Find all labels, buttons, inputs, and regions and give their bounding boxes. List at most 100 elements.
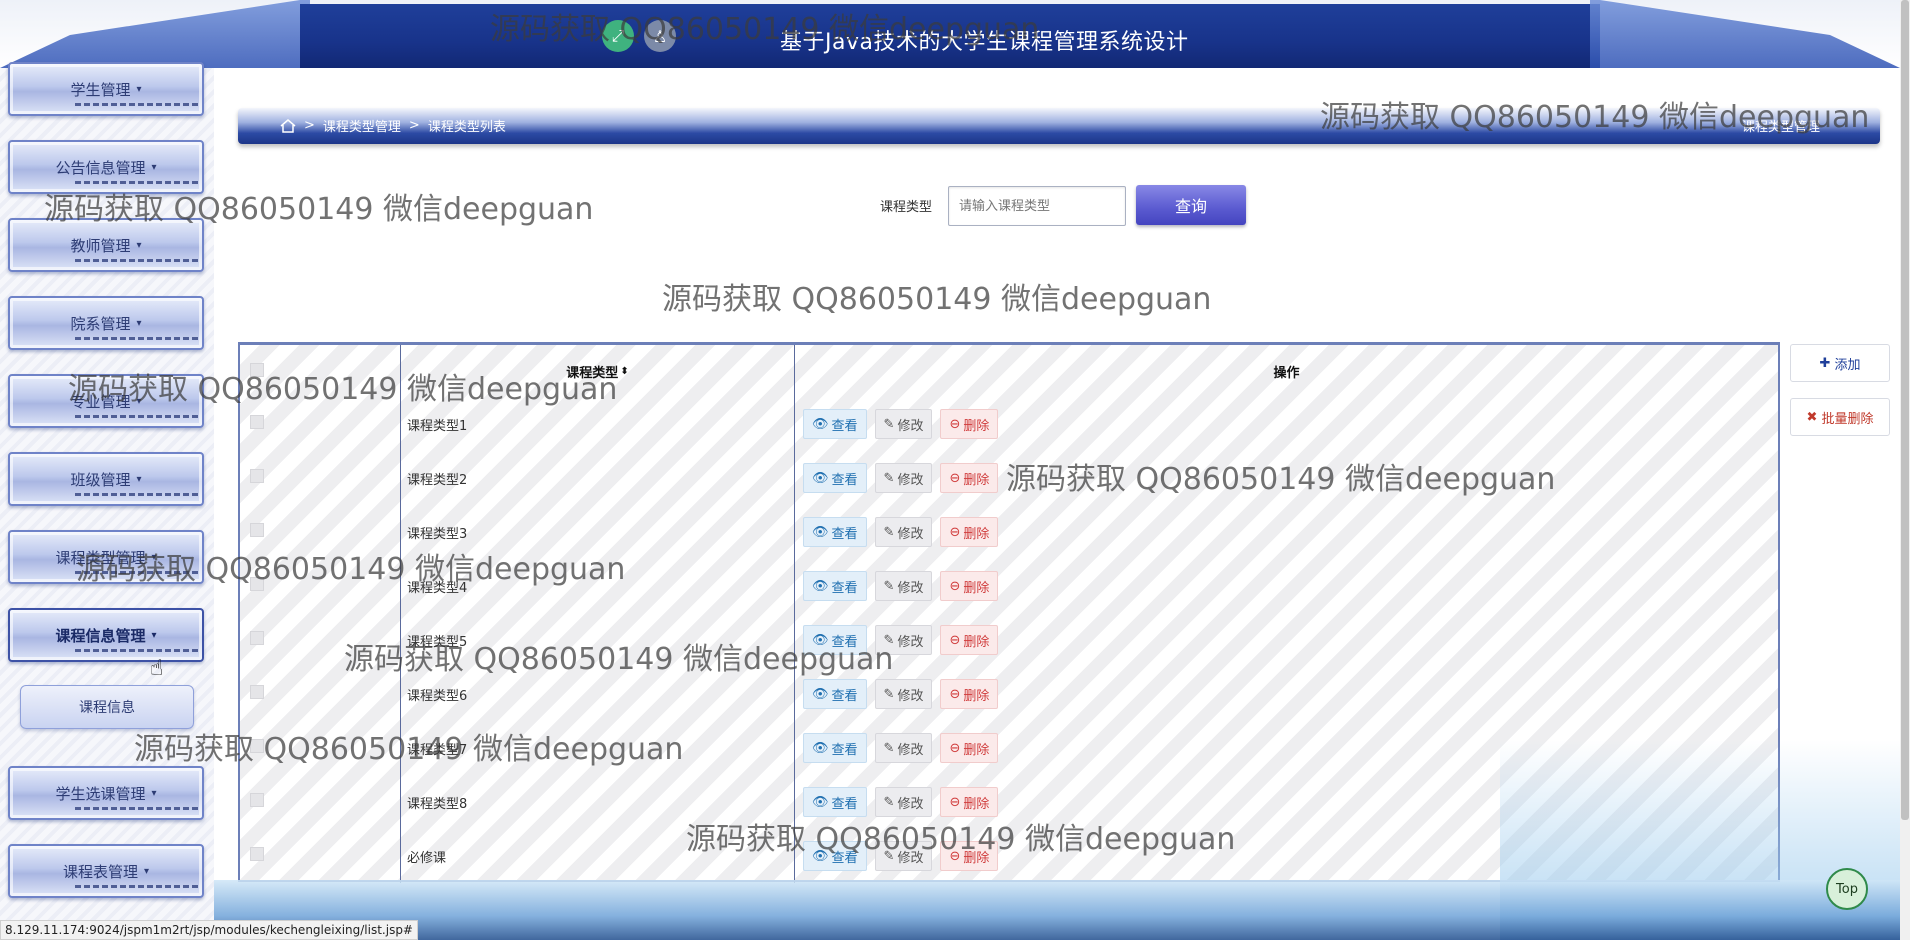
minus-circle-icon: ⊖ xyxy=(949,794,961,810)
view-button[interactable]: 👁 查看 xyxy=(803,571,867,601)
delete-button[interactable]: ⊖ 删除 xyxy=(940,679,999,709)
add-button[interactable]: ✚ 添加 xyxy=(1790,344,1890,382)
select-all-checkbox[interactable] xyxy=(250,363,264,377)
scrollbar-thumb[interactable] xyxy=(1901,0,1909,820)
edit-button[interactable]: ✎ 修改 xyxy=(874,463,933,493)
sidebar-item-major[interactable]: 专业管理 ▾ xyxy=(8,374,204,428)
delete-button[interactable]: ⊖ 删除 xyxy=(940,409,999,439)
delete-label: 删除 xyxy=(963,580,990,596)
header-checkbox-cell xyxy=(240,345,400,397)
row-checkbox[interactable] xyxy=(250,631,264,645)
delete-button[interactable]: ⊖ 删除 xyxy=(940,787,999,817)
view-button[interactable]: 👁 查看 xyxy=(803,841,867,871)
delete-button[interactable]: ⊖ 删除 xyxy=(940,841,999,871)
edit-button[interactable]: ✎ 修改 xyxy=(874,733,933,763)
row-checkbox-cell xyxy=(240,559,400,613)
sidebar-item-department[interactable]: 院系管理 ▾ xyxy=(8,296,204,350)
sidebar-item-course-selection[interactable]: 学生选课管理 ▾ xyxy=(8,766,204,820)
sidebar-item-course-type[interactable]: 课程类型管理 ▾ xyxy=(8,530,204,584)
plus-icon: ✚ xyxy=(1819,355,1831,371)
view-button[interactable]: 👁 查看 xyxy=(803,787,867,817)
view-button[interactable]: 👁 查看 xyxy=(803,409,867,439)
row-checkbox[interactable] xyxy=(250,469,264,483)
edit-button[interactable]: ✎ 修改 xyxy=(874,625,933,655)
edit-button[interactable]: ✎ 修改 xyxy=(874,679,933,709)
vertical-scrollbar[interactable] xyxy=(1900,0,1910,940)
expand-icon[interactable]: ⤢ xyxy=(602,20,634,52)
row-actions: 👁 查看 ✎ 修改 ⊖ 删除 xyxy=(794,559,1778,613)
course-type-search-input[interactable] xyxy=(948,186,1126,226)
view-label: 查看 xyxy=(831,634,858,650)
batch-delete-button[interactable]: ✖ 批量删除 xyxy=(1790,398,1890,436)
breadcrumb-item-course-type-mgmt[interactable]: 课程类型管理 xyxy=(323,116,401,135)
view-label: 查看 xyxy=(831,688,858,704)
row-checkbox[interactable] xyxy=(250,793,264,807)
row-checkbox-cell xyxy=(240,775,400,829)
row-checkbox[interactable] xyxy=(250,685,264,699)
table-row: 课程类型5 👁 查看 ✎ 修改 ⊖ 删除 xyxy=(240,613,1778,667)
row-checkbox[interactable] xyxy=(250,415,264,429)
column-header-course-type[interactable]: 课程类型 ⬍ xyxy=(400,345,794,397)
sidebar-item-label: 课程表管理 xyxy=(62,862,138,881)
table-row: 课程类型3 👁 查看 ✎ 修改 ⊖ 删除 xyxy=(240,505,1778,559)
delete-button[interactable]: ⊖ 删除 xyxy=(940,571,999,601)
view-label: 查看 xyxy=(831,850,858,866)
eye-icon: 👁 xyxy=(812,632,829,648)
delete-button[interactable]: ⊖ 删除 xyxy=(940,463,999,493)
row-checkbox[interactable] xyxy=(250,847,264,861)
breadcrumb-item-course-type-list: 课程类型列表 xyxy=(427,120,506,135)
row-checkbox[interactable] xyxy=(250,523,264,537)
edit-label: 修改 xyxy=(897,742,924,758)
delete-button[interactable]: ⊖ 删除 xyxy=(940,517,999,547)
sidebar-item-student[interactable]: 学生管理 ▾ xyxy=(8,62,204,116)
pencil-icon: ✎ xyxy=(883,578,895,594)
course-type-cell: 必修课 xyxy=(400,829,794,883)
edit-button[interactable]: ✎ 修改 xyxy=(874,841,933,871)
delete-label: 删除 xyxy=(963,472,990,488)
sidebar-item-notice[interactable]: 公告信息管理 ▾ xyxy=(8,140,204,194)
course-type-cell: 课程类型1 xyxy=(400,397,794,451)
row-checkbox-cell xyxy=(240,505,400,559)
delete-button[interactable]: ⊖ 删除 xyxy=(940,733,999,763)
minus-circle-icon: ⊖ xyxy=(949,416,961,432)
view-button[interactable]: 👁 查看 xyxy=(803,625,867,655)
chevron-down-icon: ▾ xyxy=(151,629,157,641)
view-button[interactable]: 👁 查看 xyxy=(803,679,867,709)
sidebar-item-label: 教师管理 xyxy=(70,236,131,255)
back-to-top-button[interactable]: Top xyxy=(1826,868,1868,910)
close-icon: ✖ xyxy=(1806,409,1818,425)
pencil-icon: ✎ xyxy=(883,686,895,702)
edit-button[interactable]: ✎ 修改 xyxy=(874,787,933,817)
sidebar-subitem-course-info[interactable]: 课程信息 xyxy=(20,685,194,729)
column-header-label: 操作 xyxy=(1273,365,1300,381)
sidebar-subitem-label: 课程信息 xyxy=(79,700,135,716)
search-button[interactable]: 查询 xyxy=(1136,185,1246,225)
home-icon[interactable] xyxy=(280,118,296,133)
batch-delete-label: 批量删除 xyxy=(1821,411,1874,427)
sidebar-item-course-info[interactable]: 课程信息管理 ▾ xyxy=(8,608,204,662)
table-row: 课程类型2 👁 查看 ✎ 修改 ⊖ 删除 xyxy=(240,451,1778,505)
breadcrumb-separator: > xyxy=(304,118,315,133)
eye-icon: 👁 xyxy=(812,578,829,594)
chevron-down-icon: ▾ xyxy=(136,83,142,95)
delete-button[interactable]: ⊖ 删除 xyxy=(940,625,999,655)
view-button[interactable]: 👁 查看 xyxy=(803,463,867,493)
view-button[interactable]: 👁 查看 xyxy=(803,733,867,763)
view-button[interactable]: 👁 查看 xyxy=(803,517,867,547)
sidebar-item-label: 公告信息管理 xyxy=(55,158,146,177)
edit-button[interactable]: ✎ 修改 xyxy=(874,571,933,601)
row-checkbox[interactable] xyxy=(250,577,264,591)
minus-circle-icon: ⊖ xyxy=(949,740,961,756)
minus-circle-icon: ⊖ xyxy=(949,524,961,540)
sidebar-item-timetable[interactable]: 课程表管理 ▾ xyxy=(8,844,204,898)
edit-button[interactable]: ✎ 修改 xyxy=(874,409,933,439)
user-icon[interactable]: ♙ xyxy=(644,20,676,52)
eye-icon: 👁 xyxy=(812,416,829,432)
sidebar-item-class[interactable]: 班级管理 ▾ xyxy=(8,452,204,506)
row-checkbox[interactable] xyxy=(250,739,264,753)
sidebar-item-teacher[interactable]: 教师管理 ▾ xyxy=(8,218,204,272)
table-row: 课程类型1 👁 查看 ✎ 修改 ⊖ 删除 xyxy=(240,397,1778,451)
edit-button[interactable]: ✎ 修改 xyxy=(874,517,933,547)
delete-label: 删除 xyxy=(963,634,990,650)
edit-label: 修改 xyxy=(897,688,924,704)
